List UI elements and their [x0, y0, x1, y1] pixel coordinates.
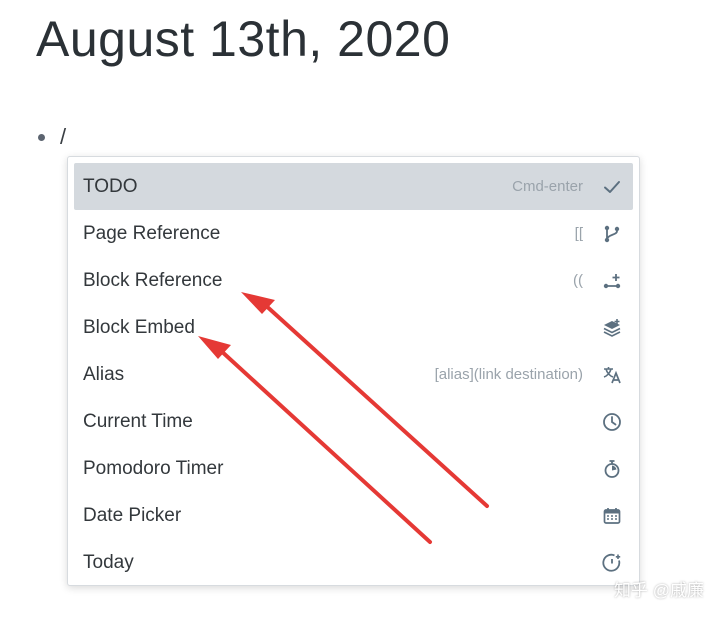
watermark: 知乎 @戚廉 — [614, 581, 704, 600]
menu-item-shortcut: [[ — [574, 225, 583, 242]
calendar-icon — [601, 505, 623, 527]
page-title: August 13th, 2020 — [36, 11, 451, 67]
git-branch-icon — [601, 223, 623, 245]
menu-item-label: TODO — [83, 175, 138, 197]
block-editor-text[interactable]: / — [60, 124, 66, 150]
menu-item-label: Block Reference — [83, 269, 223, 291]
menu-item-label: Current Time — [83, 410, 193, 432]
menu-item-shortcut: [alias](link destination) — [434, 366, 583, 383]
menu-item-date-picker[interactable]: Date Picker — [74, 492, 633, 539]
menu-item-pomodoro-timer[interactable]: Pomodoro Timer — [74, 445, 633, 492]
menu-item-label: Pomodoro Timer — [83, 457, 224, 479]
menu-item-current-time[interactable]: Current Time — [74, 398, 633, 445]
stopwatch-icon — [601, 458, 623, 480]
time-icon — [601, 552, 623, 574]
menu-item-label: Date Picker — [83, 504, 182, 526]
slash-command-menu: TODO Cmd-enter Page Reference [[ Block R… — [67, 156, 640, 586]
menu-item-label: Alias — [83, 363, 125, 385]
menu-item-shortcut: (( — [573, 272, 583, 289]
git-new-branch-icon — [601, 270, 623, 292]
menu-item-label: Page Reference — [83, 222, 221, 244]
checkmark-icon — [601, 176, 623, 198]
menu-item-shortcut: Cmd-enter — [512, 178, 583, 195]
menu-item-block-reference[interactable]: Block Reference (( — [74, 257, 633, 304]
menu-item-label: Block Embed — [83, 316, 195, 338]
menu-item-label: Today — [83, 551, 134, 573]
menu-item-todo[interactable]: TODO Cmd-enter — [74, 163, 633, 210]
layers-icon — [601, 317, 623, 339]
translate-icon — [601, 364, 623, 386]
menu-item-block-embed[interactable]: Block Embed — [74, 304, 633, 351]
menu-item-today[interactable]: Today — [74, 539, 633, 586]
menu-item-alias[interactable]: Alias [alias](link destination) — [74, 351, 633, 398]
bullet-icon[interactable] — [38, 134, 45, 141]
menu-item-page-reference[interactable]: Page Reference [[ — [74, 210, 633, 257]
clock-icon — [601, 411, 623, 433]
